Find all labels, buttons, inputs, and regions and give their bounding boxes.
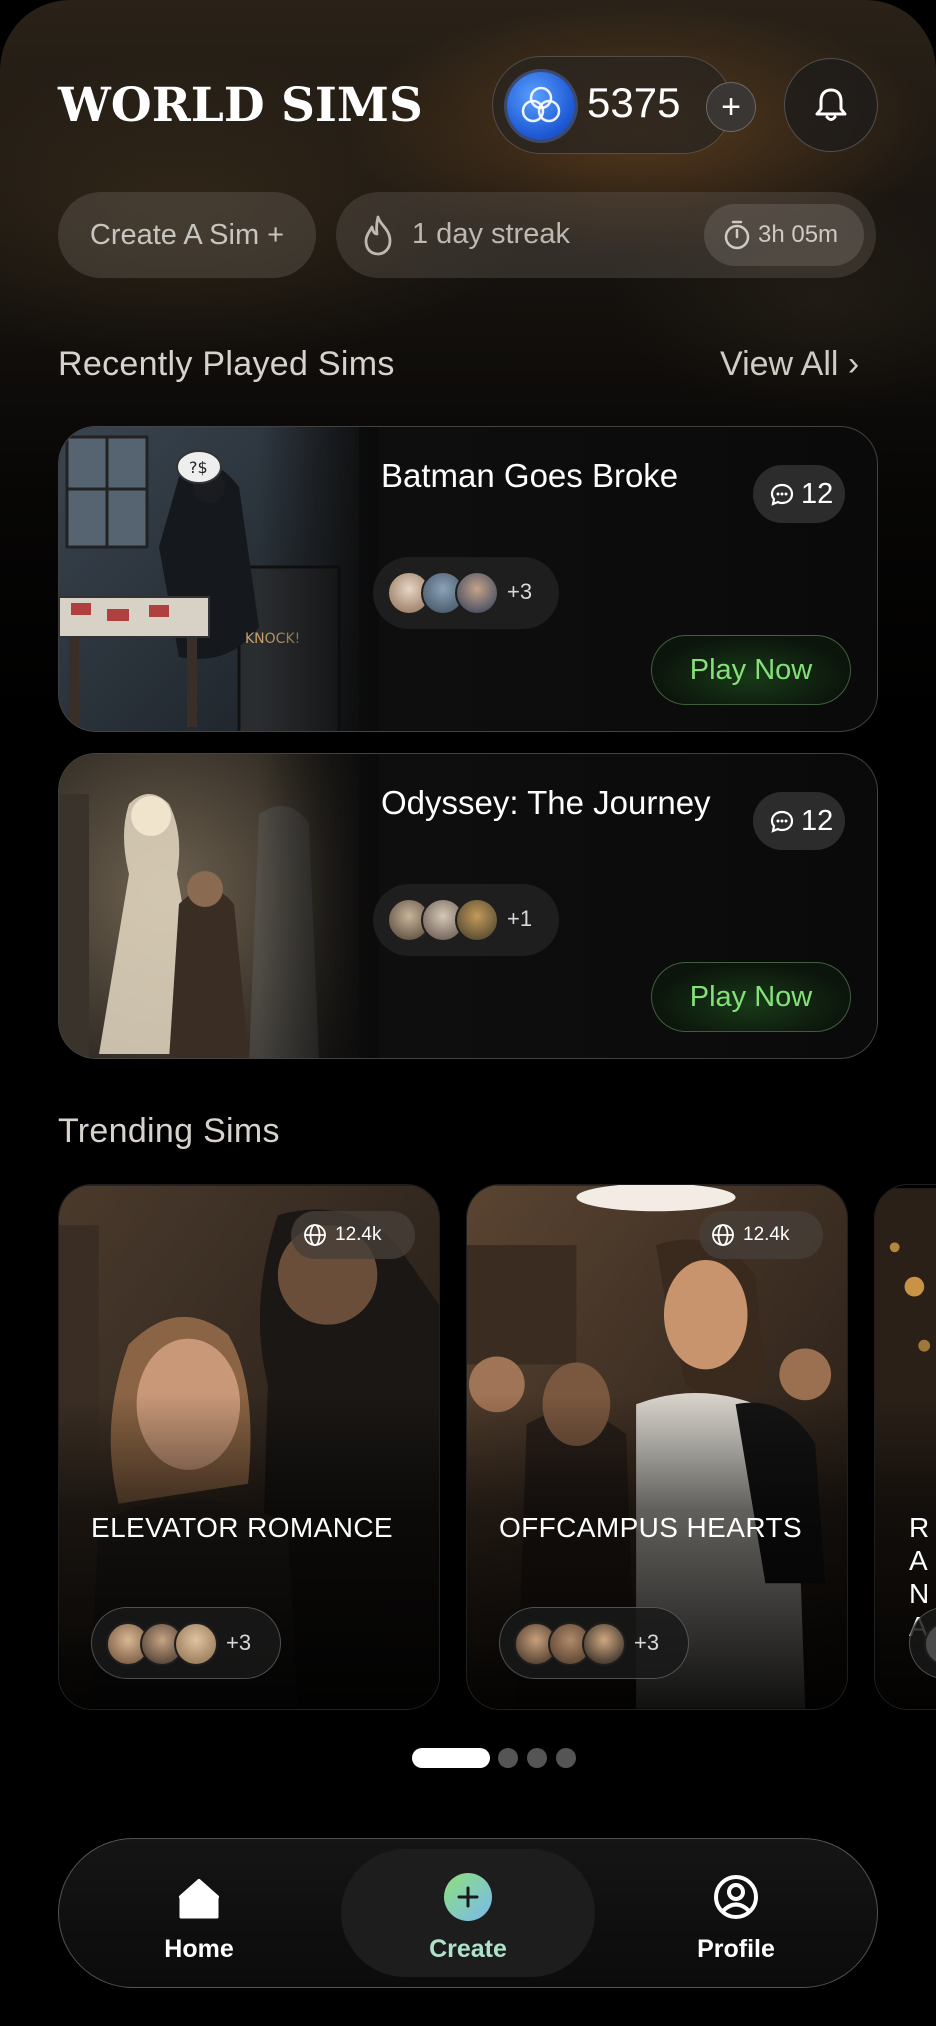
- recently-played-title: Recently Played Sims: [58, 345, 395, 383]
- bell-icon: [815, 88, 847, 121]
- views-badge: 12.4k: [699, 1211, 823, 1259]
- chat-count: 12: [801, 478, 834, 510]
- trending-sim-card-partial[interactable]: RA NA: [874, 1184, 936, 1710]
- globe-icon: [712, 1224, 734, 1246]
- trending-sim-card[interactable]: 12.4k OFFCAMPUS HEARTS +3: [466, 1184, 848, 1710]
- recent-sim-card[interactable]: ?$ KNOCK! Batman Goes Broke 12 +3 Play N…: [58, 426, 878, 732]
- participants[interactable]: +3: [373, 557, 559, 629]
- coin-balance[interactable]: 5375: [492, 56, 732, 154]
- streak-chip[interactable]: 1 day streak 3h 05m: [336, 192, 876, 278]
- thumbnail-fade: [259, 754, 379, 1058]
- participants[interactable]: +3: [499, 1607, 689, 1679]
- play-now-button[interactable]: Play Now: [651, 962, 851, 1032]
- carousel-dot[interactable]: [556, 1748, 576, 1768]
- trending-sim-card[interactable]: 12.4k ELEVATOR ROMANCE +3: [58, 1184, 440, 1710]
- tab-create-label: Create: [429, 1935, 507, 1963]
- streak-timer: 3h 05m: [704, 204, 864, 266]
- more-participants: +3: [507, 579, 533, 604]
- timer-label: 3h 05m: [758, 221, 839, 248]
- tab-home-label: Home: [164, 1935, 234, 1963]
- avatar: [455, 571, 499, 615]
- views-count: 12.4k: [335, 1224, 382, 1245]
- notifications-button[interactable]: [784, 58, 878, 152]
- carousel-indicator: [0, 1748, 936, 1768]
- chat-count-badge: 12: [753, 465, 845, 523]
- views-count: 12.4k: [743, 1224, 790, 1245]
- avatar: [924, 1622, 936, 1666]
- avatar: [455, 898, 499, 942]
- coin-icon: [507, 72, 575, 140]
- sim-title: ELEVATOR ROMANCE: [91, 1512, 394, 1543]
- tab-home[interactable]: Home: [89, 1839, 309, 1989]
- participants[interactable]: +1: [373, 884, 559, 956]
- avatar: [582, 1622, 626, 1666]
- profile-icon: [714, 1875, 758, 1919]
- flame-icon: [364, 215, 392, 256]
- participants[interactable]: +3: [91, 1607, 281, 1679]
- avatar: [174, 1622, 218, 1666]
- home-icon: [179, 1879, 219, 1919]
- views-badge: 12.4k: [291, 1211, 415, 1259]
- chat-count: 12: [801, 805, 834, 837]
- svg-text:?$: ?$: [189, 458, 208, 477]
- sim-title: Odyssey: The Journey: [381, 784, 711, 821]
- bottom-navigation: Home Create Profile: [58, 1838, 878, 1988]
- globe-icon: [304, 1224, 326, 1246]
- chat-bubble-icon: [770, 483, 794, 506]
- trending-title: Trending Sims: [58, 1112, 280, 1150]
- tab-create[interactable]: Create: [358, 1839, 578, 1989]
- sim-title: OFFCAMPUS HEARTS: [499, 1512, 803, 1543]
- coin-count: 5375: [587, 79, 681, 126]
- stopwatch-icon: [724, 220, 750, 250]
- carousel-dot[interactable]: [527, 1748, 547, 1768]
- carousel-dot[interactable]: [498, 1748, 518, 1768]
- tab-profile[interactable]: Profile: [626, 1839, 846, 1989]
- play-now-button[interactable]: Play Now: [651, 635, 851, 705]
- add-coins-button[interactable]: +: [706, 82, 756, 132]
- more-participants: +3: [634, 1630, 660, 1655]
- create-plus-icon: [444, 1873, 492, 1921]
- thumbnail-fade: [259, 427, 379, 731]
- app-title: WORLD SIMS: [58, 78, 423, 133]
- recent-sim-card[interactable]: Odyssey: The Journey 12 +1 Play Now: [58, 753, 878, 1059]
- chat-bubble-icon: [770, 810, 794, 833]
- sim-title: Batman Goes Broke: [381, 457, 679, 494]
- view-all-link[interactable]: View All ›: [720, 345, 859, 384]
- streak-label: 1 day streak: [412, 218, 570, 250]
- create-sim-button[interactable]: Create A Sim +: [58, 192, 316, 278]
- more-participants: +3: [226, 1630, 252, 1655]
- carousel-dot-active[interactable]: [412, 1748, 490, 1768]
- more-participants: +1: [507, 906, 533, 931]
- tab-profile-label: Profile: [697, 1935, 775, 1963]
- chat-count-badge: 12: [753, 792, 845, 850]
